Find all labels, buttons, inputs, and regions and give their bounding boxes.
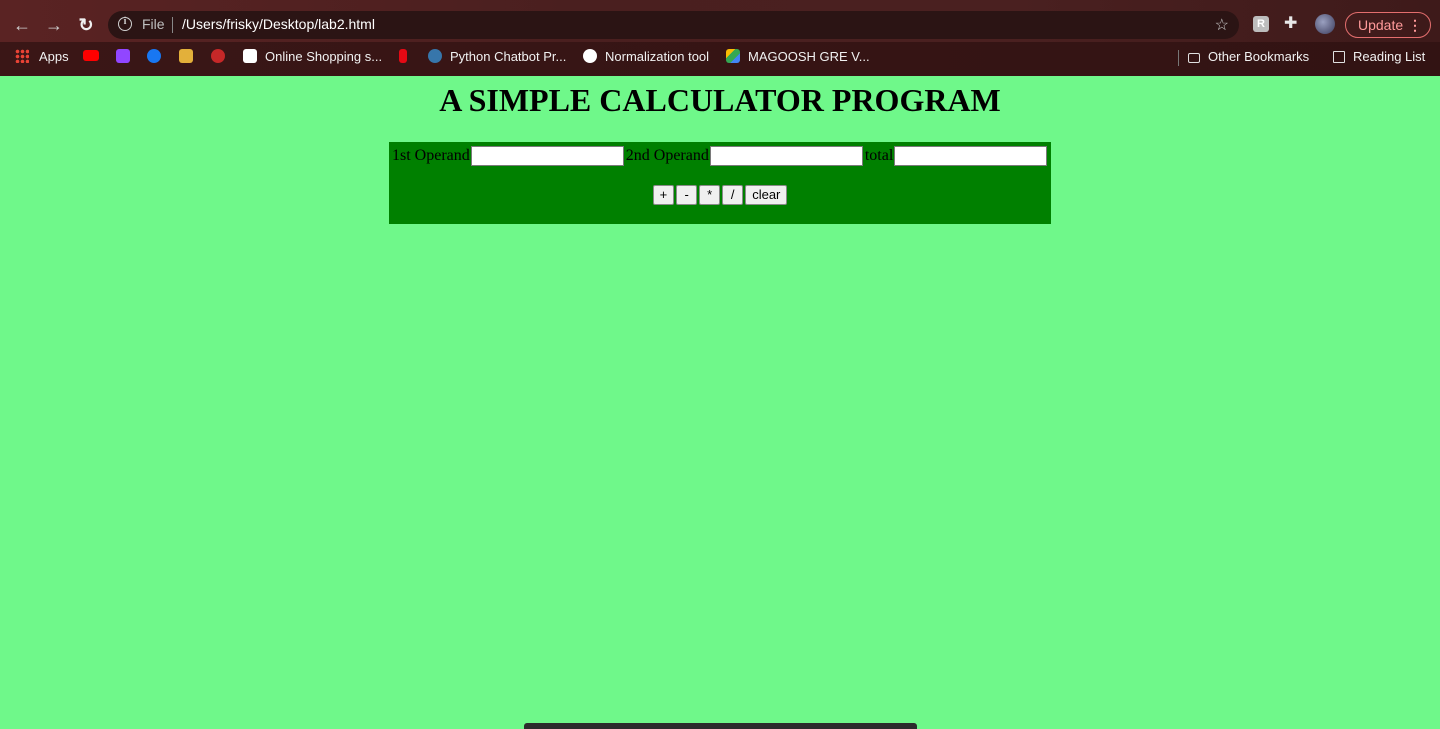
google-drive-icon bbox=[726, 49, 740, 63]
reading-list-icon bbox=[1333, 51, 1345, 63]
address-divider bbox=[172, 17, 173, 33]
multiply-button[interactable]: * bbox=[699, 185, 721, 205]
profile-avatar[interactable] bbox=[1315, 14, 1335, 34]
forward-arrow-icon[interactable]: → bbox=[42, 13, 66, 37]
amazon-icon bbox=[243, 49, 257, 63]
dock-edge bbox=[524, 723, 917, 729]
reading-list-label: Reading List bbox=[1353, 49, 1426, 64]
update-label: Update bbox=[1358, 17, 1404, 33]
update-button[interactable]: Update ⋮ bbox=[1345, 12, 1431, 38]
bookmarks-divider bbox=[1178, 50, 1179, 66]
twitch-icon bbox=[116, 49, 130, 63]
bookmark-magoosh[interactable]: MAGOOSH GRE V... bbox=[726, 48, 870, 66]
reload-icon[interactable]: ↻ bbox=[74, 13, 98, 37]
bookmark-star-icon[interactable]: ☆ bbox=[1215, 15, 1229, 35]
youtube-icon bbox=[83, 50, 99, 61]
divide-button[interactable]: / bbox=[722, 185, 744, 205]
bookmark-apple[interactable] bbox=[211, 48, 233, 66]
operand1-input[interactable] bbox=[470, 146, 624, 166]
subtract-button[interactable]: - bbox=[676, 185, 698, 205]
apps-grid-icon bbox=[15, 49, 29, 63]
naruto-icon bbox=[179, 49, 193, 63]
python-icon bbox=[428, 49, 442, 63]
facebook-icon bbox=[147, 49, 161, 63]
other-bookmarks[interactable]: Other Bookmarks bbox=[1188, 48, 1309, 66]
bookmark-label: Normalization tool bbox=[605, 49, 710, 64]
bookmark-label: MAGOOSH GRE V... bbox=[748, 49, 870, 64]
bookmark-label: Apps bbox=[39, 49, 69, 64]
extension-r-icon[interactable]: R bbox=[1253, 16, 1269, 32]
operand2-label: 2nd Operand bbox=[625, 147, 709, 164]
bookmark-facebook[interactable] bbox=[147, 48, 169, 66]
bookmark-apps[interactable]: Apps bbox=[15, 48, 69, 66]
bookmark-online-shopping[interactable]: Online Shopping s... bbox=[243, 48, 382, 66]
folder-icon bbox=[1188, 53, 1200, 63]
back-arrow-icon[interactable]: ← bbox=[10, 13, 34, 37]
add-button[interactable]: + bbox=[652, 185, 675, 205]
other-bookmarks-label: Other Bookmarks bbox=[1208, 49, 1310, 64]
scheme-label: File bbox=[142, 16, 165, 32]
apple-icon bbox=[211, 49, 225, 63]
operand1-label: 1st Operand bbox=[392, 147, 470, 164]
page-title: A SIMPLE CALCULATOR PROGRAM bbox=[439, 82, 1001, 118]
operand-row: 1st Operand 2nd Operand total bbox=[392, 146, 1049, 168]
globe-icon bbox=[583, 49, 597, 63]
calculator-panel: 1st Operand 2nd Operand total + - * / clear bbox=[389, 142, 1051, 224]
reading-list[interactable]: Reading List bbox=[1333, 48, 1425, 66]
operator-buttons: + - * / clear bbox=[389, 185, 1051, 205]
bookmark-netflix[interactable] bbox=[399, 48, 415, 66]
bookmark-normalization-tool[interactable]: Normalization tool bbox=[583, 48, 709, 66]
bookmark-label: Online Shopping s... bbox=[265, 49, 383, 64]
total-input[interactable] bbox=[894, 146, 1048, 166]
bookmark-python-chatbot[interactable]: Python Chatbot Pr... bbox=[428, 48, 566, 66]
bookmark-twitch[interactable] bbox=[116, 48, 138, 66]
bookmark-naruto[interactable] bbox=[179, 48, 201, 66]
bookmark-label: Python Chatbot Pr... bbox=[450, 49, 567, 64]
info-icon[interactable] bbox=[118, 16, 132, 31]
url-text[interactable]: /Users/frisky/Desktop/lab2.html bbox=[182, 16, 375, 32]
clear-button[interactable]: clear bbox=[745, 185, 788, 205]
bookmark-youtube[interactable] bbox=[83, 48, 107, 66]
operand2-input[interactable] bbox=[709, 146, 863, 166]
address-bar[interactable]: File /Users/frisky/Desktop/lab2.html ☆ bbox=[108, 11, 1239, 39]
extensions-puzzle-icon[interactable]: ✚ bbox=[1284, 13, 1297, 33]
more-menu-icon[interactable]: ⋮ bbox=[1408, 13, 1422, 37]
total-label: total bbox=[864, 147, 894, 164]
netflix-icon bbox=[399, 49, 407, 63]
